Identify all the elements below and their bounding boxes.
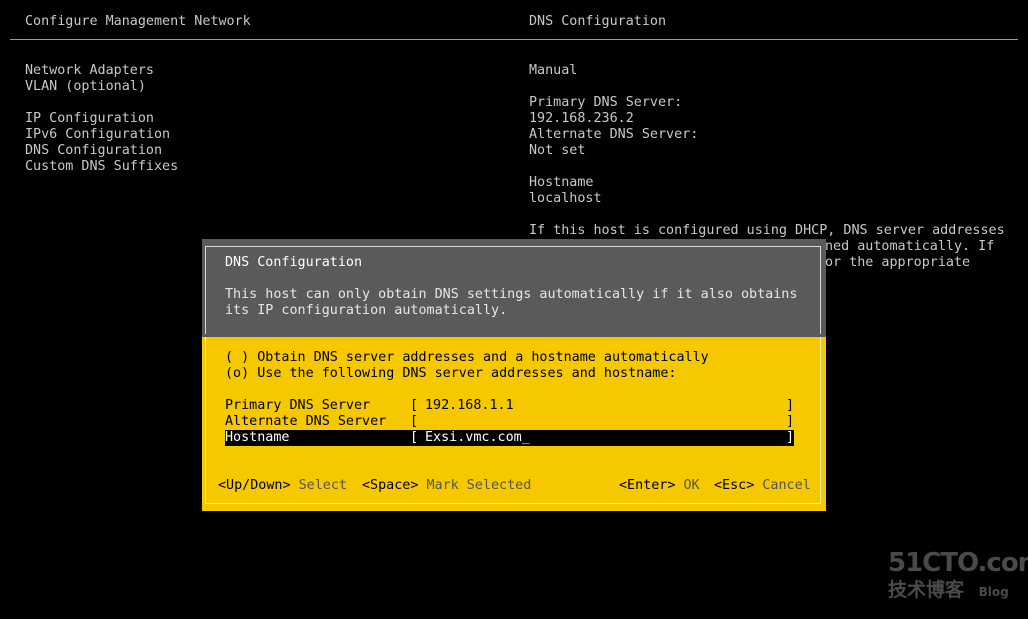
space-action: Mark Selected [426, 478, 532, 493]
space-key: <Space> [362, 478, 419, 493]
primary-dns-field[interactable]: Primary DNS Server [ 192.168.1.1 ] [225, 398, 794, 414]
hint-space: <Space> Mark Selected [362, 478, 531, 494]
alternate-dns-label: Alternate DNS Server: [529, 127, 699, 142]
watermark-blog: Blog [978, 585, 1009, 599]
hostname-field[interactable]: Hostname [ Exsi.vmc.com_ ] [225, 430, 794, 446]
hostname-label: Hostname [529, 175, 594, 190]
up-down-key: <Up/Down> [218, 478, 291, 493]
menu-item-custom-dns-suffixes[interactable]: Custom DNS Suffixes [25, 159, 178, 175]
primary-dns-close-bracket: ] [786, 398, 795, 413]
dialog-description-line2: its IP configuration automatically. [225, 303, 508, 318]
alternate-dns-open-bracket: [ [410, 414, 419, 429]
panel-title: DNS Configuration [529, 14, 667, 29]
alternate-dns-field[interactable]: Alternate DNS Server [ ] [225, 414, 794, 430]
ok-action: OK [683, 478, 700, 493]
hint-up-down: <Up/Down> Select [218, 478, 347, 494]
primary-dns-input[interactable]: 192.168.1.1 [425, 398, 514, 414]
header-divider [10, 39, 1018, 40]
primary-dns-label: Primary DNS Server: [529, 95, 683, 110]
primary-dns-open-bracket: [ [410, 398, 419, 413]
menu-item-vlan[interactable]: VLAN (optional) [25, 79, 178, 95]
config-menu: Network Adapters VLAN (optional) IP Conf… [25, 63, 178, 175]
dialog-body: ( ) Obtain DNS server addresses and a ho… [202, 337, 826, 511]
primary-dns-field-label: Primary DNS Server [225, 398, 371, 413]
menu-item-ip-configuration[interactable]: IP Configuration [25, 111, 178, 127]
enter-key: <Enter> [619, 478, 676, 493]
alternate-dns-field-label: Alternate DNS Server [225, 414, 387, 429]
menu-spacer [25, 95, 178, 111]
menu-item-ipv6-configuration[interactable]: IPv6 Configuration [25, 127, 178, 143]
dialog-header: DNS Configuration This host can only obt… [202, 239, 826, 337]
dhcp-note-line1: If this host is configured using DHCP, D… [529, 223, 1005, 238]
hostname-value: localhost [529, 191, 602, 206]
dialog-description-line1: This host can only obtain DNS settings a… [225, 287, 798, 302]
hostname-input[interactable]: Exsi.vmc.com_ [425, 430, 530, 446]
ok-button[interactable]: <Enter> OK [619, 478, 700, 494]
menu-item-dns-configuration[interactable]: DNS Configuration [25, 143, 178, 159]
hostname-close-bracket: ] [786, 430, 795, 445]
dialog-title: DNS Configuration [225, 255, 363, 270]
alternate-dns-value: Not set [529, 143, 586, 158]
hostname-open-bracket: [ [410, 430, 419, 445]
hostname-field-label: Hostname [225, 430, 290, 445]
up-down-action: Select [298, 478, 347, 493]
alternate-dns-close-bracket: ] [786, 414, 795, 429]
dns-mode: Manual [529, 63, 578, 78]
dns-configuration-dialog: DNS Configuration This host can only obt… [202, 239, 826, 511]
screen-title: Configure Management Network [25, 14, 251, 29]
menu-item-network-adapters[interactable]: Network Adapters [25, 63, 178, 79]
watermark-logo: 51CTO.com [888, 548, 1028, 578]
cancel-action: Cancel [762, 478, 811, 493]
primary-dns-value: 192.168.236.2 [529, 111, 634, 126]
cancel-button[interactable]: <Esc> Cancel [714, 478, 811, 494]
site-watermark: 51CTO.com 技术博客 Blog [888, 548, 1028, 604]
watermark-subtitle: 技术博客 [888, 579, 965, 601]
option-obtain-automatically-radio[interactable]: ( ) Obtain DNS server addresses and a ho… [225, 350, 709, 366]
option-use-following-radio[interactable]: (o) Use the following DNS server address… [225, 366, 676, 382]
esc-key: <Esc> [714, 478, 755, 493]
